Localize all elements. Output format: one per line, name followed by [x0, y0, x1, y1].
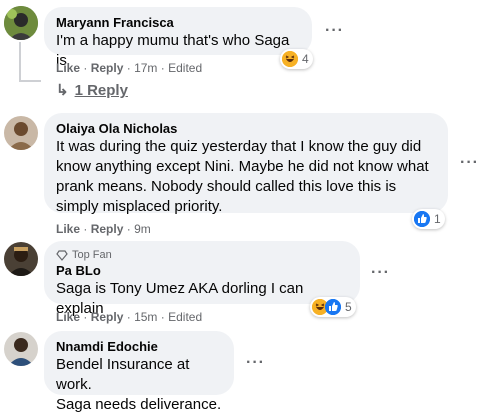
comment-author[interactable]: Pa BLo — [56, 262, 348, 279]
comment-text-line: It was during the quiz yesterday that I … — [56, 138, 422, 155]
like-button[interactable]: Like — [56, 310, 80, 324]
reaction-count: 5 — [345, 300, 352, 314]
comment-bubble: Maryann Francisca I'm a happy mumu that'… — [44, 7, 312, 69]
more-options-icon[interactable]: ··· — [246, 355, 265, 371]
comment-text-line: simply misplaced priority. — [56, 198, 223, 215]
avatar[interactable] — [4, 116, 38, 150]
like-button[interactable]: Like — [56, 222, 80, 236]
top-fan-badge: Top Fan — [56, 248, 348, 262]
reaction-summary[interactable]: 4 — [280, 49, 313, 69]
like-icon — [414, 211, 430, 227]
comment-author[interactable]: Nnamdi Edochie — [56, 338, 222, 355]
diamond-icon — [56, 250, 68, 261]
comment-text-line: prank means. Nobody should called this l… — [56, 178, 397, 195]
comment-text-line: Bendel Insurance at work. — [56, 356, 190, 393]
avatar[interactable] — [4, 332, 38, 366]
more-options-icon[interactable]: ··· — [325, 23, 344, 39]
haha-icon — [282, 51, 298, 67]
more-options-icon[interactable]: ··· — [371, 265, 390, 281]
view-replies-link[interactable]: ↳ 1 Reply — [56, 81, 128, 99]
comment-bubble: Top Fan Pa BLo Saga is Tony Umez AKA dor… — [44, 241, 360, 317]
more-options-icon[interactable]: ··· — [460, 155, 479, 171]
avatar[interactable] — [4, 6, 38, 40]
reply-button[interactable]: Reply — [91, 310, 124, 324]
timestamp[interactable]: 9m — [134, 222, 151, 236]
comment-author[interactable]: Maryann Francisca — [56, 14, 300, 31]
comment-text-line: Saga needs deliverance. — [56, 396, 222, 413]
avatar[interactable] — [4, 242, 38, 276]
reply-arrow-icon: ↳ — [56, 82, 69, 99]
reply-button[interactable]: Reply — [91, 61, 124, 75]
timestamp[interactable]: 17m — [134, 61, 157, 75]
reply-button[interactable]: Reply — [91, 222, 124, 236]
reaction-count: 1 — [434, 212, 441, 226]
comment-actions: Like · Reply · 9m — [56, 222, 151, 236]
comment-actions: Like · Reply · 15m · Edited — [56, 310, 203, 324]
comment-text-line: know anything except Nini. Maybe he did … — [56, 158, 429, 175]
reaction-count: 4 — [302, 52, 309, 66]
reaction-summary[interactable]: 5 — [310, 297, 356, 317]
edited-label: Edited — [168, 310, 203, 324]
reaction-summary[interactable]: 1 — [412, 209, 445, 229]
thread-line-curve — [19, 80, 41, 82]
comment-bubble: Nnamdi Edochie Bendel Insurance at work.… — [44, 331, 234, 413]
thread-line — [19, 42, 21, 82]
comment-author[interactable]: Olaiya Ola Nicholas — [56, 120, 436, 137]
comment-bubble: Olaiya Ola Nicholas It was during the qu… — [44, 113, 448, 215]
timestamp[interactable]: 15m — [134, 310, 157, 324]
like-icon — [325, 299, 341, 315]
edited-label: Edited — [168, 61, 203, 75]
comment-actions: Like · Reply · 17m · Edited — [56, 61, 203, 75]
like-button[interactable]: Like — [56, 61, 80, 75]
